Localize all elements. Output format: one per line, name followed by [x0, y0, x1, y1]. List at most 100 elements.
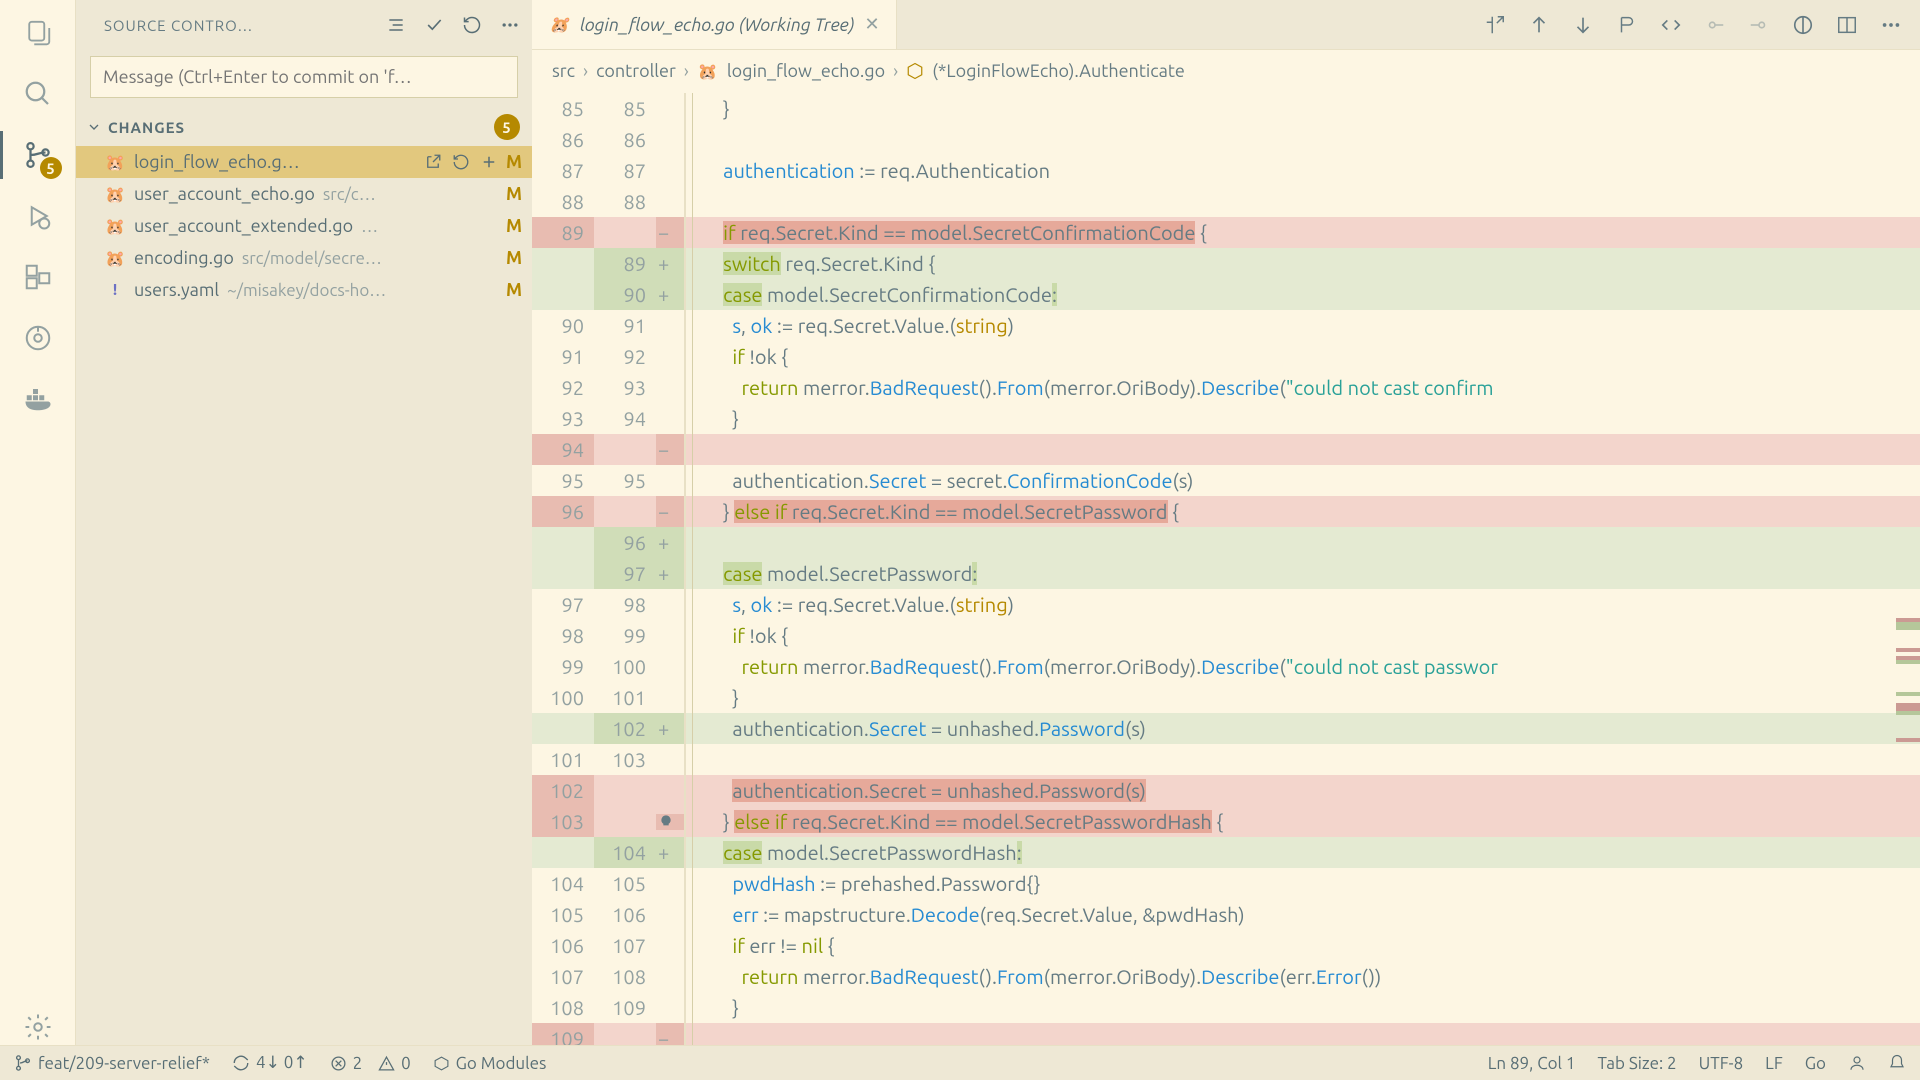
minimap[interactable] [1896, 93, 1920, 1045]
swap-icon[interactable] [1660, 14, 1682, 36]
code-line[interactable]: 9394 } [532, 403, 1920, 434]
code-line[interactable]: 109− [532, 1023, 1920, 1045]
code-line[interactable]: 100101 } [532, 682, 1920, 713]
code-line[interactable]: 99100 return merror.BadRequest().From(me… [532, 651, 1920, 682]
line-number-old: 96 [532, 496, 594, 527]
arrow-down-icon[interactable] [1572, 14, 1594, 36]
changes-section-header[interactable]: CHANGES 5 [76, 108, 532, 146]
source-control-icon[interactable]: 5 [20, 137, 56, 173]
cursor-position[interactable]: Ln 89, Col 1 [1488, 1054, 1576, 1073]
code-line[interactable]: 107108 return merror.BadRequest().From(m… [532, 961, 1920, 992]
discard-icon[interactable] [452, 153, 470, 171]
stage-icon[interactable] [480, 153, 498, 171]
code-line[interactable]: 9293 return merror.BadRequest().From(mer… [532, 372, 1920, 403]
diff-editor[interactable]: 8585 }86868787 authentication := req.Aut… [532, 93, 1920, 1045]
settings-gear-icon[interactable] [20, 1009, 56, 1045]
encoding[interactable]: UTF-8 [1699, 1054, 1744, 1073]
code-line[interactable]: 8585 } [532, 93, 1920, 124]
code-line[interactable]: 102+ authentication.Secret = unhashed.Pa… [532, 713, 1920, 744]
tab-active[interactable]: 🐹 login_flow_echo.go (Working Tree) ✕ [532, 0, 897, 49]
line-number-old: 91 [532, 341, 594, 372]
search-icon[interactable] [20, 76, 56, 112]
line-number-old: 109 [532, 1023, 594, 1045]
code-line[interactable]: 108109 } [532, 992, 1920, 1023]
gitlens-icon[interactable] [20, 320, 56, 356]
line-number-new: 105 [594, 868, 656, 899]
file-row[interactable]: 🐹user_account_echo.gosrc/c…M [76, 178, 532, 210]
code-line[interactable]: 94− [532, 434, 1920, 465]
code-line[interactable]: 96− } else if req.Secret.Kind == model.S… [532, 496, 1920, 527]
commit-icon[interactable] [424, 15, 444, 35]
whitespace-icon[interactable] [1616, 14, 1638, 36]
crumb[interactable]: src [552, 61, 575, 81]
code-line[interactable]: 104+ case model.SecretPasswordHash: [532, 837, 1920, 868]
notifications-icon[interactable] [1888, 1054, 1906, 1072]
sync-indicator[interactable]: 4↓ 0↑ [232, 1053, 308, 1073]
activity-bar: 5 [0, 0, 76, 1045]
file-row[interactable]: 🐹encoding.gosrc/model/secre…M [76, 242, 532, 274]
code-line[interactable]: 89− if req.Secret.Kind == model.SecretCo… [532, 217, 1920, 248]
line-number-old: 92 [532, 372, 594, 403]
code-line[interactable]: 102 authentication.Secret = unhashed.Pas… [532, 775, 1920, 806]
refresh-icon[interactable] [462, 15, 482, 35]
diff-glyph: + [656, 837, 684, 868]
open-file-icon[interactable] [424, 153, 442, 171]
view-tree-icon[interactable] [386, 15, 406, 35]
close-icon[interactable]: ✕ [864, 14, 879, 35]
feedback-icon[interactable] [1848, 1054, 1866, 1072]
tab-size[interactable]: Tab Size: 2 [1598, 1054, 1677, 1073]
code-line[interactable]: 8787 authentication := req.Authenticatio… [532, 155, 1920, 186]
more-icon[interactable] [500, 15, 520, 35]
file-row[interactable]: 🐹login_flow_echo.g…M [76, 146, 532, 178]
breadcrumb[interactable]: src› controller› 🐹 login_flow_echo.go› (… [532, 50, 1920, 93]
eol[interactable]: LF [1765, 1054, 1783, 1073]
code-line[interactable]: 9899 if !ok { [532, 620, 1920, 651]
code-line[interactable]: 97+ case model.SecretPassword: [532, 558, 1920, 589]
code-line[interactable]: 90+ case model.SecretConfirmationCode: [532, 279, 1920, 310]
code-line[interactable]: 105106 err := mapstructure.Decode(req.Se… [532, 899, 1920, 930]
code-line[interactable]: 103 } else if req.Secret.Kind == model.S… [532, 806, 1920, 837]
code-line[interactable]: 104105 pwdHash := prehashed.Password{} [532, 868, 1920, 899]
debug-icon[interactable] [20, 198, 56, 234]
code-line[interactable]: 96+ [532, 527, 1920, 558]
more-actions-icon[interactable] [1880, 14, 1902, 36]
code-line[interactable]: 89+ switch req.Secret.Kind { [532, 248, 1920, 279]
symbol-icon [906, 62, 924, 80]
crumb[interactable]: login_flow_echo.go [727, 61, 885, 81]
inline-diff-icon[interactable] [1792, 14, 1814, 36]
file-row[interactable]: 🐹user_account_extended.go…M [76, 210, 532, 242]
code-line[interactable]: 8686 [532, 124, 1920, 155]
code-line[interactable]: 101103 [532, 744, 1920, 775]
line-number-new: 106 [594, 899, 656, 930]
go-modules-indicator[interactable]: Go Modules [433, 1054, 547, 1073]
code-line[interactable]: 9595 authentication.Secret = secret.Conf… [532, 465, 1920, 496]
code-line[interactable]: 8888 [532, 186, 1920, 217]
file-name: user_account_extended.go [134, 216, 353, 236]
file-status: M [506, 216, 522, 236]
problems-indicator[interactable]: 2 0 [330, 1054, 411, 1073]
crumb[interactable]: controller [596, 61, 676, 81]
next-change-icon[interactable] [1748, 14, 1770, 36]
line-number-old: 94 [532, 434, 594, 465]
extensions-icon[interactable] [20, 259, 56, 295]
go-file-icon: 🐹 [104, 151, 126, 173]
diff-glyph: − [656, 496, 684, 527]
branch-indicator[interactable]: feat/209-server-relief* [14, 1054, 210, 1073]
code-line[interactable]: 9798 s, ok := req.Secret.Value.(string) [532, 589, 1920, 620]
arrow-up-icon[interactable] [1528, 14, 1550, 36]
code-line[interactable]: 9192 if !ok { [532, 341, 1920, 372]
code-line[interactable]: 106107 if err != nil { [532, 930, 1920, 961]
line-number-new: 91 [594, 310, 656, 341]
language-mode[interactable]: Go [1805, 1054, 1826, 1073]
crumb[interactable]: (*LoginFlowEcho).Authenticate [932, 61, 1185, 81]
commit-message-input[interactable] [90, 56, 518, 98]
file-row[interactable]: !users.yaml~/misakey/docs-ho…M [76, 274, 532, 306]
revert-icon[interactable] [1704, 14, 1726, 36]
line-number-new: 90 [594, 279, 656, 310]
explorer-icon[interactable] [20, 15, 56, 51]
docker-icon[interactable] [20, 381, 56, 417]
code-line[interactable]: 9091 s, ok := req.Secret.Value.(string) [532, 310, 1920, 341]
open-changes-icon[interactable] [1484, 14, 1506, 36]
split-editor-icon[interactable] [1836, 14, 1858, 36]
line-number-old: 104 [532, 868, 594, 899]
